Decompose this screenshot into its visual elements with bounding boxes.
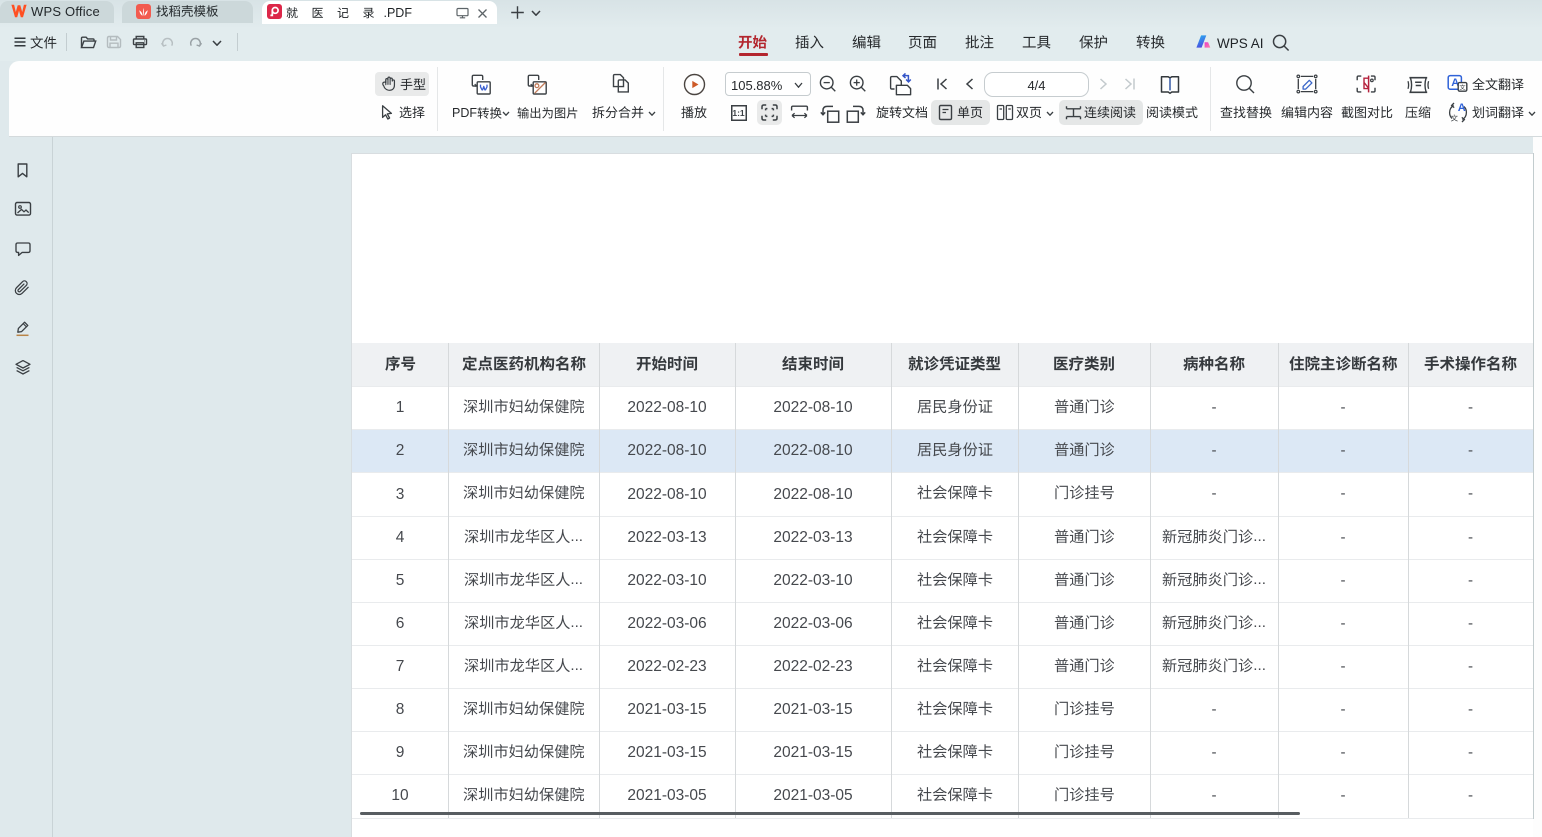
svg-text:A: A (1458, 102, 1466, 114)
